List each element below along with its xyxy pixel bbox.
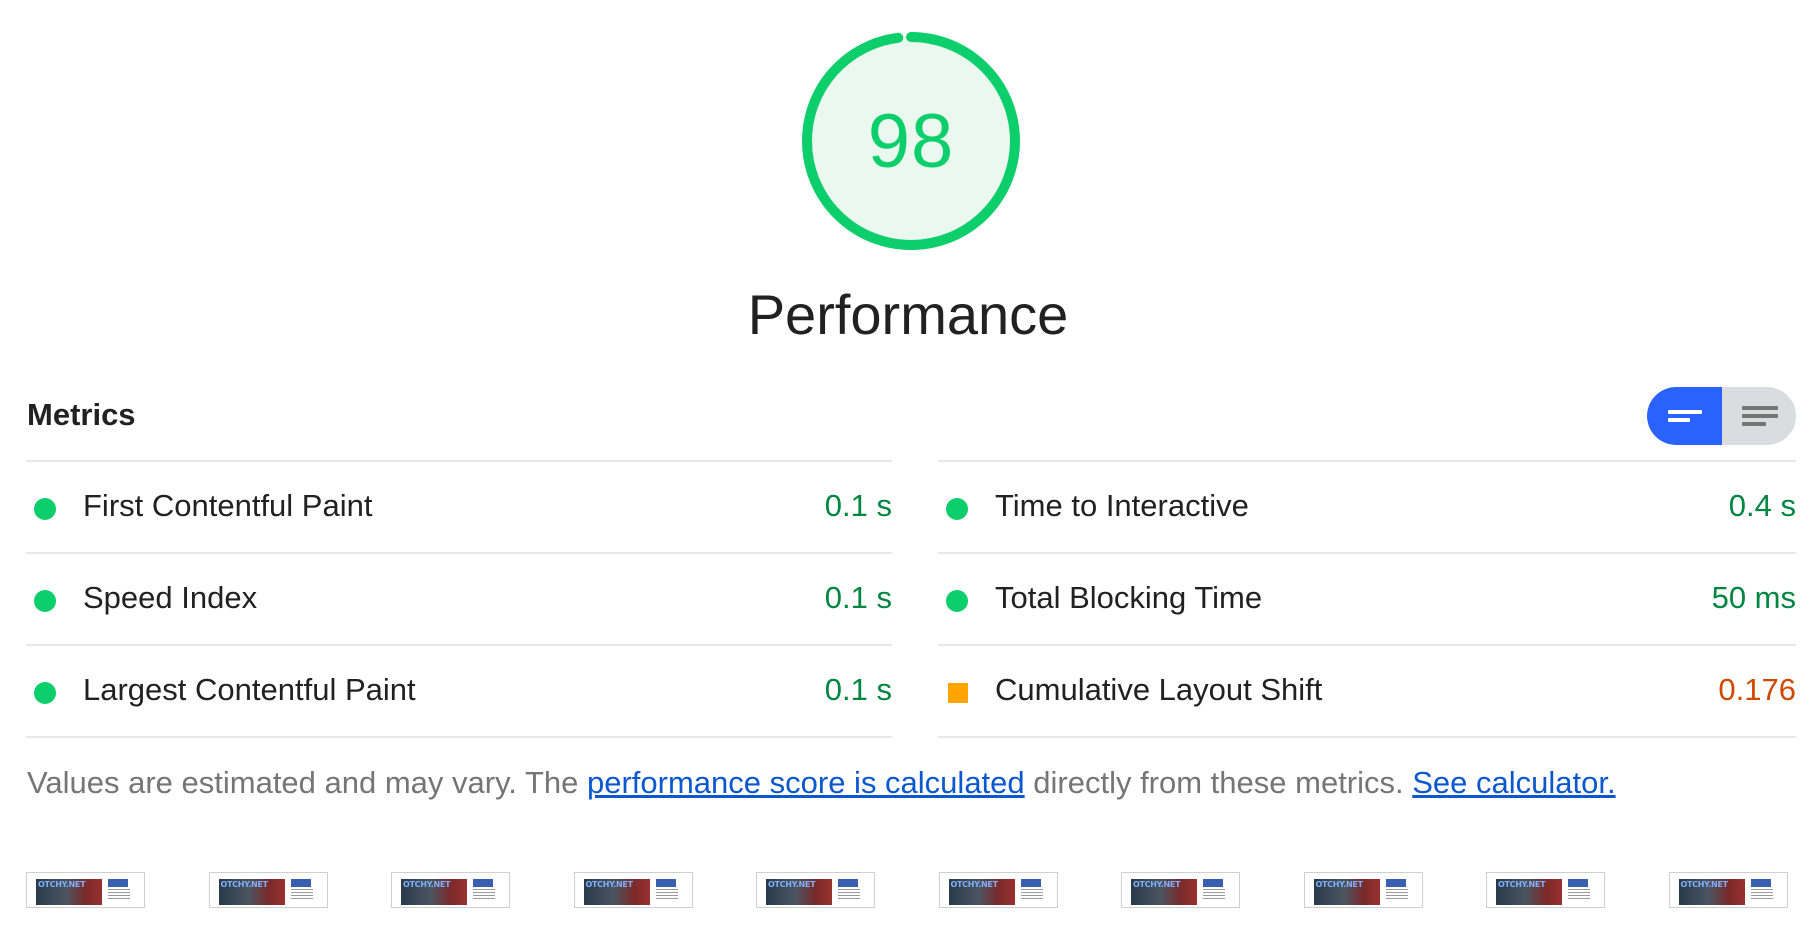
metric-value: 0.176 <box>1718 672 1796 707</box>
pass-indicator-icon <box>946 498 968 520</box>
pass-indicator-icon <box>946 590 968 612</box>
frame-text-lines <box>655 889 678 901</box>
frame-text-lines <box>473 889 495 901</box>
list-view-icon[interactable] <box>1722 387 1796 445</box>
metric-label: Total Blocking Time <box>995 580 1263 615</box>
metrics-footnote: Values are estimated and may vary. The p… <box>27 765 1616 801</box>
pass-indicator-icon <box>34 682 56 704</box>
frame-logo: OTCHY.NET <box>1498 880 1546 889</box>
filmstrip-frame: OTCHY.NET <box>1668 872 1788 908</box>
frame-hero-image: OTCHY.NET <box>1496 879 1562 905</box>
frame-hero-image: OTCHY.NET <box>1131 879 1197 905</box>
metric-value: 50 ms <box>1711 580 1796 615</box>
frame-hero-image: OTCHY.NET <box>218 879 285 905</box>
metric-value: 0.1 s <box>824 580 892 615</box>
frame-text-lines <box>1750 889 1773 901</box>
frame-sidebar-image <box>1020 879 1041 887</box>
frame-text-lines <box>838 889 860 901</box>
pass-indicator-icon <box>34 590 56 612</box>
frame-sidebar-image <box>473 879 493 887</box>
metric-row: Total Blocking Time 50 ms <box>938 552 1796 644</box>
frame-logo: OTCHY.NET <box>585 880 634 889</box>
list-view-line <box>1741 406 1778 410</box>
frame-logo: OTCHY.NET <box>38 880 86 889</box>
filmstrip-frame: OTCHY.NET <box>573 872 693 908</box>
metric-label: First Contentful Paint <box>83 488 373 523</box>
metric-value: 0.1 s <box>824 672 892 707</box>
gauge-title: Performance <box>747 283 1069 346</box>
see-calculator-link[interactable]: See calculator. <box>1412 765 1615 800</box>
frame-text-lines <box>1568 889 1590 901</box>
frame-sidebar-image <box>1568 879 1588 887</box>
frame-sidebar-image <box>655 879 676 887</box>
metric-value: 0.4 s <box>1728 488 1796 523</box>
filmstrip-frame: OTCHY.NET <box>208 872 328 908</box>
filmstrip-frame: OTCHY.NET <box>938 872 1058 908</box>
frame-text-lines <box>1385 889 1408 901</box>
metric-label: Largest Contentful Paint <box>83 672 416 707</box>
footnote-text: directly from these metrics. <box>1024 765 1413 800</box>
metric-row: First Contentful Paint 0.1 s <box>26 460 892 552</box>
frame-hero-image: OTCHY.NET <box>583 879 650 905</box>
filmstrip-frame: OTCHY.NET <box>1486 872 1605 908</box>
metrics-view-toggle[interactable] <box>1647 387 1796 445</box>
list-view-line <box>1741 422 1766 426</box>
metric-label: Time to Interactive <box>995 488 1249 523</box>
score-calculation-link[interactable]: performance score is calculated <box>587 765 1025 800</box>
filmstrip: OTCHY.NET OTCHY.NET OTCHY.NET OTCHY.NET OTCH… <box>26 872 1796 912</box>
average-indicator-icon <box>948 683 968 703</box>
frame-sidebar-image <box>1385 879 1406 887</box>
pass-indicator-icon <box>34 498 56 520</box>
metric-value: 0.1 s <box>824 488 892 523</box>
metrics-header: Metrics <box>27 397 136 432</box>
frame-hero-image: OTCHY.NET <box>1313 879 1380 905</box>
footnote-text: Values are estimated and may vary. The <box>27 765 587 800</box>
metric-row: Cumulative Layout Shift 0.176 <box>938 644 1796 738</box>
frame-logo: OTCHY.NET <box>950 880 999 889</box>
frame-text-lines <box>290 889 313 901</box>
frame-hero-image: OTCHY.NET <box>948 879 1015 905</box>
bars-view-icon[interactable] <box>1647 387 1722 445</box>
performance-gauge[interactable]: 98 <box>798 28 1024 254</box>
frame-logo: OTCHY.NET <box>1133 880 1181 889</box>
metric-row: Speed Index 0.1 s <box>26 552 892 644</box>
frame-logo: OTCHY.NET <box>1680 880 1729 889</box>
gauge-score: 98 <box>867 98 955 184</box>
lighthouse-report: 98 Performance Metrics First Contentful … <box>0 0 1816 926</box>
frame-logo: OTCHY.NET <box>1315 880 1364 889</box>
frame-sidebar-image <box>290 879 311 887</box>
filmstrip-frame: OTCHY.NET <box>391 872 510 908</box>
metric-row: Largest Contentful Paint 0.1 s <box>26 644 892 738</box>
frame-sidebar-image <box>838 879 858 887</box>
filmstrip-frame: OTCHY.NET <box>1121 872 1240 908</box>
frame-logo: OTCHY.NET <box>403 880 451 889</box>
frame-sidebar-image <box>108 879 128 887</box>
bars-view-line <box>1667 410 1702 414</box>
frame-sidebar-image <box>1203 879 1223 887</box>
filmstrip-frame: OTCHY.NET <box>1303 872 1423 908</box>
frame-logo: OTCHY.NET <box>220 880 269 889</box>
list-view-line <box>1741 414 1778 418</box>
frame-text-lines <box>1020 889 1043 901</box>
frame-text-lines <box>1203 889 1225 901</box>
metrics-column-left: First Contentful Paint 0.1 s Speed Index… <box>26 460 892 738</box>
filmstrip-frame: OTCHY.NET <box>756 872 875 908</box>
filmstrip-frame: OTCHY.NET <box>26 872 145 908</box>
frame-hero-image: OTCHY.NET <box>1678 879 1745 905</box>
frame-text-lines <box>108 889 130 901</box>
frame-hero-image: OTCHY.NET <box>36 879 102 905</box>
frame-logo: OTCHY.NET <box>768 880 816 889</box>
metric-row: Time to Interactive 0.4 s <box>938 460 1796 552</box>
bars-view-line <box>1667 418 1690 422</box>
frame-hero-image: OTCHY.NET <box>401 879 467 905</box>
metric-label: Cumulative Layout Shift <box>995 672 1323 707</box>
frame-sidebar-image <box>1750 879 1771 887</box>
frame-hero-image: OTCHY.NET <box>766 879 832 905</box>
metric-label: Speed Index <box>83 580 258 615</box>
metrics-column-right: Time to Interactive 0.4 s Total Blocking… <box>938 460 1796 738</box>
